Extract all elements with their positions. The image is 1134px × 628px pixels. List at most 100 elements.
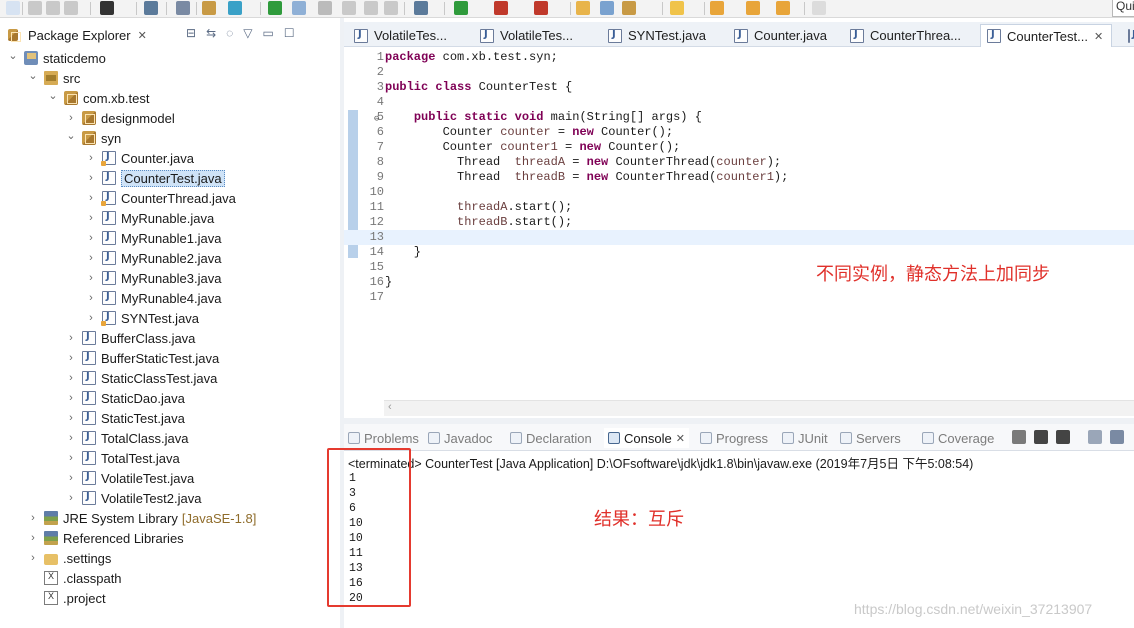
- chevron-right-icon[interactable]: ›: [64, 492, 78, 504]
- tree-item[interactable]: › StaticTest.java: [64, 408, 185, 428]
- forward-icon[interactable]: [776, 1, 790, 15]
- tab-progress[interactable]: Progress: [700, 428, 768, 448]
- open-type-icon[interactable]: [318, 1, 332, 15]
- chevron-right-icon[interactable]: ›: [26, 512, 40, 524]
- tree-item[interactable]: › MyRunable2.java: [84, 248, 221, 268]
- chevron-right-icon[interactable]: ›: [64, 452, 78, 464]
- editor-tab[interactable]: CounterThrea...: [844, 24, 974, 47]
- tree-item[interactable]: › CounterThread.java: [84, 188, 236, 208]
- tree-item[interactable]: ⌄ syn: [64, 128, 121, 148]
- tree-item[interactable]: ⌄ com.xb.test: [46, 88, 149, 108]
- tree-item[interactable]: › TotalTest.java: [64, 448, 180, 468]
- tree-item[interactable]: › TotalClass.java: [64, 428, 188, 448]
- link-with-editor-icon[interactable]: ⇆: [206, 26, 216, 40]
- pin-console-icon[interactable]: [1110, 430, 1124, 444]
- save-icon[interactable]: [28, 1, 42, 15]
- new-icon[interactable]: [6, 1, 20, 15]
- terminate-icon[interactable]: [1012, 430, 1026, 444]
- chevron-down-icon[interactable]: ⌄: [26, 69, 40, 82]
- back-icon[interactable]: [746, 1, 760, 15]
- tree-item[interactable]: › VolatileTest2.java: [64, 488, 201, 508]
- tree-item[interactable]: › designmodel: [64, 108, 175, 128]
- save-all-icon[interactable]: [46, 1, 60, 15]
- chevron-right-icon[interactable]: ›: [64, 372, 78, 384]
- run-icon[interactable]: [454, 1, 468, 15]
- close-icon[interactable]: ✕: [1094, 30, 1103, 43]
- chevron-right-icon[interactable]: ›: [84, 232, 98, 244]
- chevron-right-icon[interactable]: ›: [64, 112, 78, 124]
- search-tool-icon[interactable]: [622, 1, 636, 15]
- open-task-icon[interactable]: [600, 1, 614, 15]
- editor-tab[interactable]: Counter.java: [728, 24, 838, 47]
- chevron-down-icon[interactable]: ⌄: [64, 129, 78, 142]
- tree-item[interactable]: › VolatileTest.java: [64, 468, 194, 488]
- tree-item[interactable]: › MyRunable.java: [84, 208, 214, 228]
- tree-item[interactable]: › MyRunable3.java: [84, 268, 221, 288]
- minimize-icon[interactable]: ▭: [263, 26, 274, 40]
- tree-item[interactable]: › .settings: [26, 548, 111, 568]
- tree-item[interactable]: › MyRunable1.java: [84, 228, 221, 248]
- print-icon[interactable]: [64, 1, 78, 15]
- user-icon[interactable]: [100, 1, 114, 15]
- view-menu-icon[interactable]: ▽: [243, 26, 252, 40]
- tree-item[interactable]: › BufferStaticTest.java: [64, 348, 219, 368]
- close-icon[interactable]: ✕: [676, 432, 685, 445]
- chevron-down-icon[interactable]: ⌄: [46, 89, 60, 102]
- package-explorer-tab[interactable]: Package Explorer ✕: [2, 23, 152, 47]
- tree-item[interactable]: › JRE System Library [JavaSE-1.8]: [26, 508, 256, 528]
- quick-access-field[interactable]: Quic: [1112, 0, 1134, 17]
- chevron-right-icon[interactable]: ›: [84, 172, 98, 184]
- task-icon[interactable]: [342, 1, 356, 15]
- tree-item[interactable]: › Referenced Libraries: [26, 528, 184, 548]
- tree-item[interactable]: › Counter.java: [84, 148, 194, 168]
- tree-item[interactable]: › SYNTest.java: [84, 308, 199, 328]
- pin-icon[interactable]: [384, 1, 398, 15]
- debug-icon[interactable]: [268, 1, 282, 15]
- chevron-down-icon[interactable]: ⌄: [6, 49, 20, 62]
- tree-item[interactable]: › MyRunable4.java: [84, 288, 221, 308]
- annotation-icon[interactable]: [670, 1, 684, 15]
- chevron-right-icon[interactable]: ›: [84, 152, 98, 164]
- tree-item[interactable]: › CounterTest.java: [84, 168, 225, 188]
- collapse-all-icon[interactable]: ⊟: [186, 26, 196, 40]
- tab-coverage[interactable]: Coverage: [922, 428, 994, 448]
- tab-junit[interactable]: JUnit: [782, 428, 828, 448]
- remove-launch-icon[interactable]: [1034, 430, 1048, 444]
- highlight-icon[interactable]: [292, 1, 306, 15]
- chevron-right-icon[interactable]: ›: [64, 432, 78, 444]
- chevron-right-icon[interactable]: ›: [26, 552, 40, 564]
- chevron-right-icon[interactable]: ›: [64, 352, 78, 364]
- chevron-right-icon[interactable]: ›: [84, 252, 98, 264]
- open-folder-icon[interactable]: [576, 1, 590, 15]
- tab-servers[interactable]: Servers: [840, 428, 901, 448]
- tree-item[interactable]: .classpath: [26, 568, 122, 588]
- editor-tab[interactable]: VolatileTes...: [474, 24, 596, 47]
- chevron-right-icon[interactable]: ›: [84, 312, 98, 324]
- editor-tab[interactable]: Li: [1122, 24, 1134, 47]
- tree-item[interactable]: .project: [26, 588, 106, 608]
- debug-perspective-icon[interactable]: [176, 1, 190, 15]
- editor-tab[interactable]: SYNTest.java: [602, 24, 722, 47]
- scroll-lock-icon[interactable]: [1088, 430, 1102, 444]
- chevron-right-icon[interactable]: ›: [64, 392, 78, 404]
- tab-problems[interactable]: Problems: [348, 428, 419, 448]
- maximize-icon[interactable]: ☐: [284, 26, 295, 40]
- chevron-right-icon[interactable]: ›: [84, 272, 98, 284]
- editor-tab[interactable]: VolatileTes...: [348, 24, 468, 47]
- focus-icon[interactable]: ◌: [226, 26, 233, 40]
- remove-all-icon[interactable]: [1056, 430, 1070, 444]
- bug-icon[interactable]: [414, 1, 428, 15]
- refresh-icon[interactable]: [228, 1, 242, 15]
- chevron-right-icon[interactable]: ›: [84, 212, 98, 224]
- chevron-right-icon[interactable]: ›: [26, 532, 40, 544]
- close-icon[interactable]: ✕: [138, 29, 147, 42]
- tab-declaration[interactable]: Declaration: [510, 428, 592, 448]
- next-annotation-icon[interactable]: [710, 1, 724, 15]
- tree-item[interactable]: ⌄ src: [26, 68, 80, 88]
- chevron-right-icon[interactable]: ›: [84, 192, 98, 204]
- tree-item[interactable]: › StaticClassTest.java: [64, 368, 217, 388]
- tree-item[interactable]: ⌄ staticdemo: [6, 48, 105, 68]
- tab-javadoc[interactable]: Javadoc: [428, 428, 492, 448]
- editor-tab[interactable]: CounterTest... ✕: [980, 24, 1112, 47]
- tree-item[interactable]: › BufferClass.java: [64, 328, 195, 348]
